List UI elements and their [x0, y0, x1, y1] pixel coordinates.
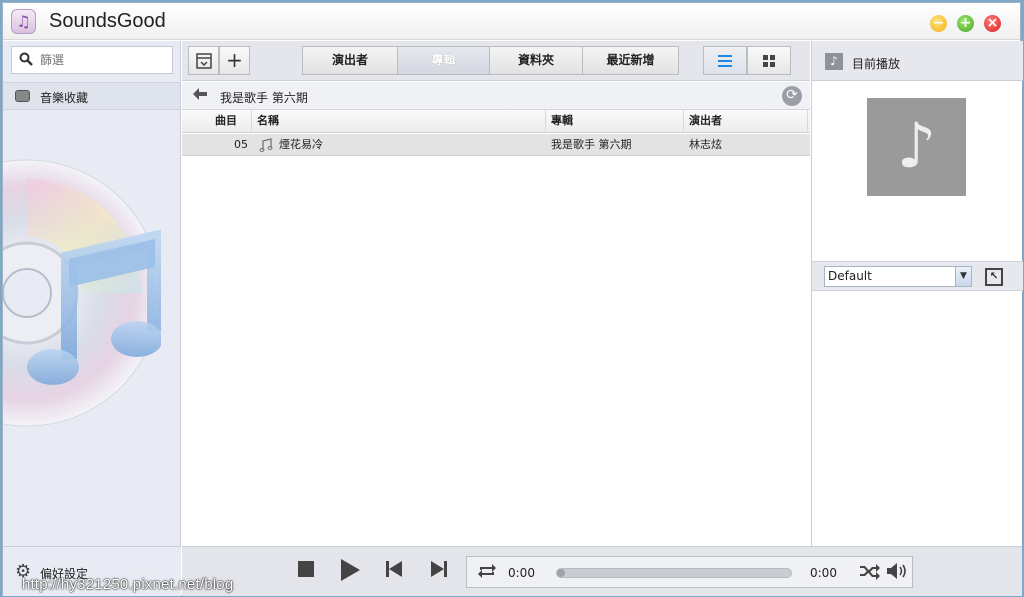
- browse-toolbar: + 演出者 專輯 資料夾 最近新增: [182, 41, 810, 81]
- minimize-button[interactable]: −: [930, 15, 947, 32]
- music-note-icon: ♫: [11, 9, 36, 34]
- shuffle-icon[interactable]: [859, 562, 881, 585]
- breadcrumb-album-title: 我是歌手 第六期: [220, 91, 308, 105]
- grid-view-icon: [763, 55, 775, 67]
- playlist-dropdown-button[interactable]: [188, 46, 219, 75]
- back-arrow-icon[interactable]: [192, 87, 208, 105]
- maximize-button[interactable]: +: [957, 15, 974, 32]
- play-icon: [341, 559, 360, 581]
- progress-area: 0:00 0:00: [466, 556, 913, 588]
- cd-music-artwork: [3, 159, 161, 427]
- album-art-placeholder: ♪: [867, 98, 966, 196]
- breadcrumb: 我是歌手 第六期 ⟳: [182, 82, 810, 110]
- total-time: 0:00: [810, 566, 837, 580]
- watermark-url: http://hy321250.pixnet.net/blog: [22, 576, 234, 593]
- seek-progress: [557, 569, 565, 577]
- column-header-album[interactable]: 專輯: [546, 110, 684, 133]
- search-icon: [19, 52, 33, 66]
- cell-album: 我是歌手 第六期: [551, 138, 632, 151]
- current-time: 0:00: [508, 566, 535, 580]
- now-playing-header: ♪ 目前播放: [812, 41, 1023, 81]
- preset-value: Default: [828, 269, 872, 283]
- close-button[interactable]: ×: [984, 15, 1001, 32]
- sidebar-item-label: 音樂收藏: [40, 91, 89, 105]
- app-title: SoundsGood: [49, 10, 166, 32]
- stop-button[interactable]: [297, 560, 315, 584]
- sidebar: 音樂收藏: [3, 41, 181, 546]
- expand-icon[interactable]: ↖: [985, 268, 1003, 286]
- table-row[interactable]: 05 煙花易冷 我是歌手 第六期 林志炫: [182, 134, 810, 156]
- now-playing-panel: ♪ 目前播放 ♪ Default ▼ ↖: [811, 41, 1023, 546]
- title-bar: ♫ SoundsGood − + ×: [3, 3, 1020, 40]
- cell-artist: 林志炫: [689, 138, 722, 151]
- sidebar-item-music-library[interactable]: 音樂收藏: [3, 82, 180, 110]
- tab-albums[interactable]: 專輯: [397, 46, 490, 75]
- grid-view-button[interactable]: [747, 46, 791, 75]
- list-view-button[interactable]: [703, 46, 747, 75]
- preset-bar: Default ▼ ↖: [812, 261, 1023, 291]
- player-bar: 0:00 0:00: [182, 546, 1022, 596]
- column-header-track[interactable]: 曲目: [182, 110, 252, 133]
- next-button[interactable]: [430, 560, 448, 584]
- cell-track: 05: [234, 138, 248, 151]
- list-menu-icon: [195, 53, 212, 69]
- skip-back-icon: [386, 561, 402, 577]
- library-drawer-icon: [15, 90, 30, 102]
- search-input[interactable]: [40, 51, 168, 69]
- cell-name: 煙花易冷: [279, 138, 323, 151]
- previous-button[interactable]: [385, 560, 403, 584]
- repeat-icon[interactable]: [477, 562, 497, 585]
- column-header-name[interactable]: 名稱: [252, 110, 546, 133]
- add-button[interactable]: +: [219, 46, 250, 75]
- music-note-icon: ♪: [825, 53, 843, 70]
- table-header: 曲目 名稱 專輯 演出者: [182, 110, 810, 133]
- column-header-artist[interactable]: 演出者: [684, 110, 808, 133]
- now-playing-title: 目前播放: [852, 57, 901, 71]
- track-table: 曲目 名稱 專輯 演出者 05 煙花易冷 我是歌手 第六期 林志炫: [182, 110, 810, 546]
- preset-select[interactable]: Default ▼: [824, 266, 972, 287]
- play-button[interactable]: [339, 558, 361, 588]
- volume-icon[interactable]: [886, 562, 910, 585]
- app-window: ♫ SoundsGood − + × 音樂收藏: [2, 2, 1023, 596]
- refresh-icon[interactable]: ⟳: [782, 86, 802, 106]
- tab-folders[interactable]: 資料夾: [489, 46, 583, 75]
- plus-icon: +: [226, 48, 243, 72]
- music-note-icon: [254, 134, 274, 156]
- chevron-down-icon: ▼: [955, 267, 971, 286]
- seek-slider[interactable]: [556, 568, 792, 578]
- tab-artists[interactable]: 演出者: [302, 46, 398, 75]
- stop-icon: [298, 561, 314, 577]
- tab-recently-added[interactable]: 最近新增: [582, 46, 679, 75]
- skip-forward-icon: [431, 561, 447, 577]
- list-view-icon: [718, 55, 732, 67]
- search-box[interactable]: [11, 46, 173, 74]
